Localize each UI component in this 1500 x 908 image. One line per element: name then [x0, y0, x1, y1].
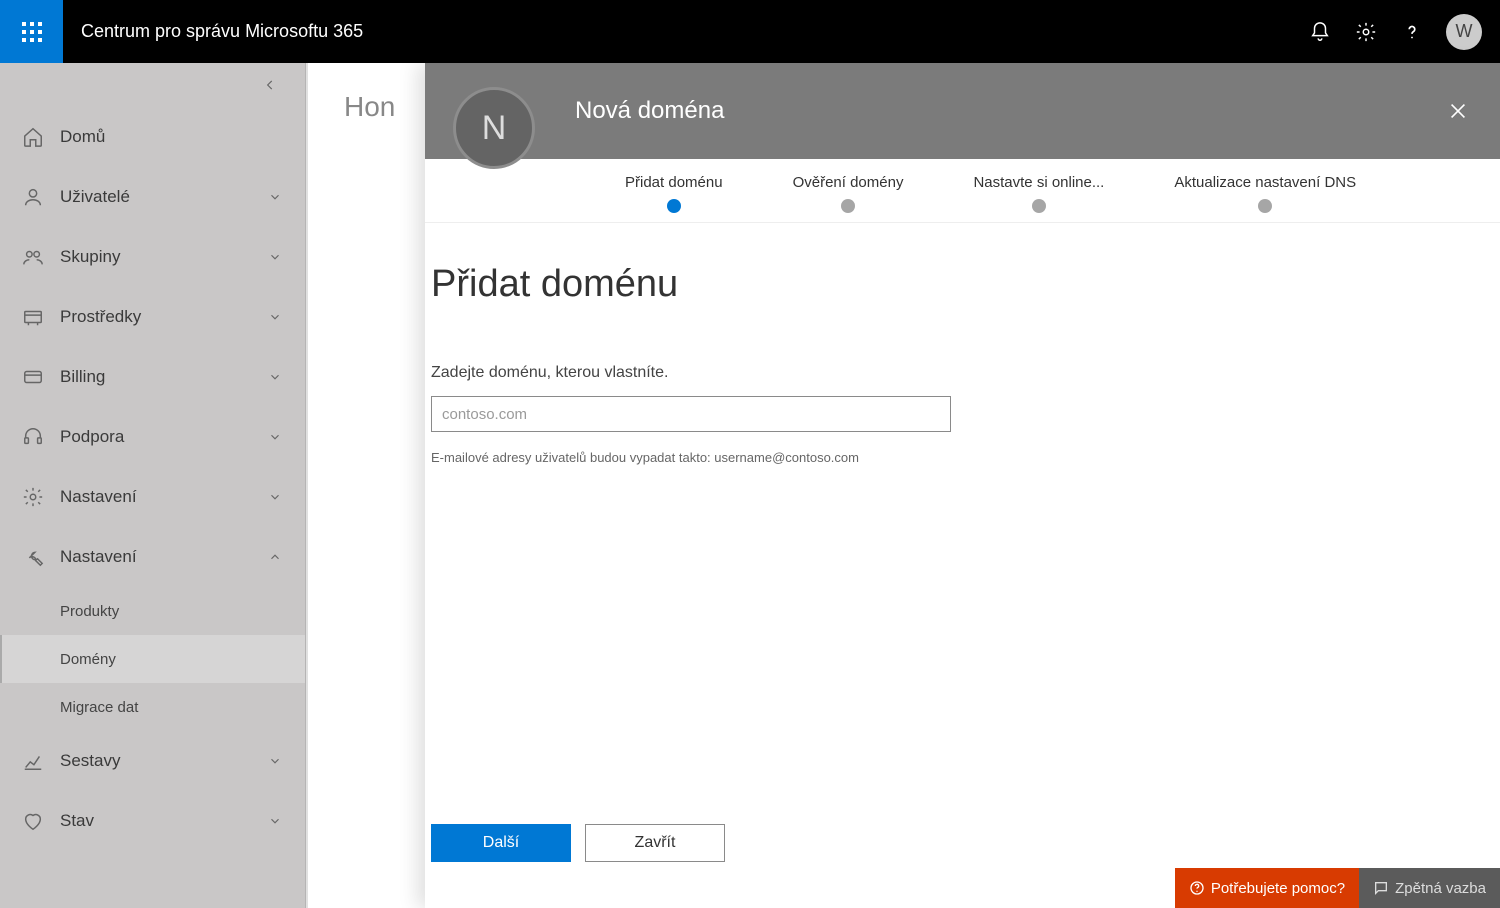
- home-icon: [20, 124, 46, 150]
- group-icon: [20, 244, 46, 270]
- chevron-down-icon: [265, 367, 285, 387]
- domain-input[interactable]: [431, 396, 951, 432]
- panel-body: Přidat doménu Zadejte doménu, kterou vla…: [425, 223, 1500, 908]
- app-launcher-button[interactable]: [0, 0, 63, 63]
- sidebar-item-label: Skupiny: [60, 247, 120, 267]
- assist-bar: Potřebujete pomoc? Zpětná vazba: [1175, 868, 1500, 908]
- step-label: Nastavte si online...: [973, 174, 1104, 191]
- sidebar-item-settings[interactable]: Nastavení: [0, 467, 305, 527]
- step-set-online[interactable]: Nastavte si online...: [973, 174, 1104, 213]
- chart-icon: [20, 748, 46, 774]
- sidebar-item-users[interactable]: Uživatelé: [0, 167, 305, 227]
- notifications-button[interactable]: [1308, 20, 1332, 44]
- sidebar-item-label: Prostředky: [60, 307, 141, 327]
- sidebar-item-label: Sestavy: [60, 751, 120, 771]
- feedback-label: Zpětná vazba: [1395, 880, 1486, 897]
- sidebar-item-label: Uživatelé: [60, 187, 130, 207]
- step-dot-icon: [1032, 199, 1046, 213]
- question-icon: [1401, 21, 1423, 43]
- step-add-domain[interactable]: Přidat doménu: [625, 174, 723, 213]
- step-update-dns[interactable]: Aktualizace nastavení DNS: [1174, 174, 1356, 213]
- sidebar-item-label: Nastavení: [60, 487, 137, 507]
- sidebar-sub-label: Produkty: [60, 603, 119, 620]
- panel-header: N Nová doména: [425, 63, 1500, 159]
- chevron-up-icon: [265, 547, 285, 567]
- step-label: Přidat doménu: [625, 174, 723, 191]
- gear-icon: [1355, 21, 1377, 43]
- sidebar-item-home[interactable]: Domů: [0, 107, 305, 167]
- sidebar-item-setup[interactable]: Nastavení: [0, 527, 305, 587]
- close-panel-button[interactable]: [1444, 97, 1472, 125]
- waffle-icon: [20, 20, 44, 44]
- step-verify-domain[interactable]: Ověření domény: [793, 174, 904, 213]
- sidebar-item-label: Podpora: [60, 427, 124, 447]
- heart-icon: [20, 808, 46, 834]
- sidebar-collapse-button[interactable]: [0, 63, 305, 107]
- sidebar-item-label: Billing: [60, 367, 105, 387]
- card-icon: [20, 364, 46, 390]
- sidebar-item-health[interactable]: Stav: [0, 791, 305, 851]
- sidebar-sub-data-migration[interactable]: Migrace dat: [0, 683, 305, 731]
- sidebar-sub-products[interactable]: Produkty: [0, 587, 305, 635]
- sidebar-item-label: Stav: [60, 811, 94, 831]
- sidebar-sub-label: Domény: [60, 651, 116, 668]
- chevron-down-icon: [265, 427, 285, 447]
- wrench-icon: [20, 544, 46, 570]
- user-avatar[interactable]: W: [1446, 14, 1482, 50]
- comment-icon: [1373, 880, 1389, 896]
- top-icons-group: W: [1308, 14, 1500, 50]
- chevron-down-icon: [265, 187, 285, 207]
- sidebar: Domů Uživatelé Skupiny Prostředky: [0, 63, 306, 908]
- sidebar-item-resources[interactable]: Prostředky: [0, 287, 305, 347]
- step-label: Aktualizace nastavení DNS: [1174, 174, 1356, 191]
- sidebar-sub-domains[interactable]: Domény: [0, 635, 305, 683]
- settings-button[interactable]: [1354, 20, 1378, 44]
- step-dot-icon: [841, 199, 855, 213]
- next-button[interactable]: Další: [431, 824, 571, 862]
- sidebar-item-reports[interactable]: Sestavy: [0, 731, 305, 791]
- wizard-stepper: Přidat doménu Ověření domény Nastavte si…: [425, 159, 1500, 223]
- domain-field-label: Zadejte doménu, kterou vlastníte.: [431, 364, 1500, 382]
- chevron-left-icon: [263, 78, 277, 92]
- app-title: Centrum pro správu Microsoftu 365: [81, 21, 1308, 42]
- step-dot-icon: [1258, 199, 1272, 213]
- gear-icon: [20, 484, 46, 510]
- sidebar-sub-label: Migrace dat: [60, 699, 138, 716]
- need-help-button[interactable]: Potřebujete pomoc?: [1175, 868, 1359, 908]
- step-dot-icon: [667, 199, 681, 213]
- feedback-button[interactable]: Zpětná vazba: [1359, 868, 1500, 908]
- close-icon: [1447, 100, 1469, 122]
- domain-hint: E-mailové adresy uživatelů budou vypadat…: [431, 450, 1500, 465]
- need-help-label: Potřebujete pomoc?: [1211, 880, 1345, 897]
- chevron-down-icon: [265, 487, 285, 507]
- headset-icon: [20, 424, 46, 450]
- top-bar: Centrum pro správu Microsoftu 365 W: [0, 0, 1500, 63]
- panel-avatar: N: [453, 87, 535, 169]
- sidebar-item-billing[interactable]: Billing: [0, 347, 305, 407]
- sidebar-item-groups[interactable]: Skupiny: [0, 227, 305, 287]
- add-domain-panel: N Nová doména Přidat doménu Ověření domé…: [425, 63, 1500, 908]
- bell-icon: [1309, 21, 1331, 43]
- chevron-down-icon: [265, 811, 285, 831]
- help-circle-icon: [1189, 880, 1205, 896]
- sidebar-item-label: Domů: [60, 127, 105, 147]
- panel-title: Nová doména: [575, 97, 724, 125]
- step-label: Ověření domény: [793, 174, 904, 191]
- chevron-down-icon: [265, 307, 285, 327]
- sidebar-item-support[interactable]: Podpora: [0, 407, 305, 467]
- help-button[interactable]: [1400, 20, 1424, 44]
- panel-heading: Přidat doménu: [431, 263, 1500, 306]
- close-button[interactable]: Zavřít: [585, 824, 725, 862]
- sidebar-item-label: Nastavení: [60, 547, 137, 567]
- resources-icon: [20, 304, 46, 330]
- chevron-down-icon: [265, 751, 285, 771]
- body: Domů Uživatelé Skupiny Prostředky: [0, 63, 1500, 908]
- domain-form: Zadejte doménu, kterou vlastníte. E-mail…: [431, 364, 1500, 465]
- chevron-down-icon: [265, 247, 285, 267]
- user-icon: [20, 184, 46, 210]
